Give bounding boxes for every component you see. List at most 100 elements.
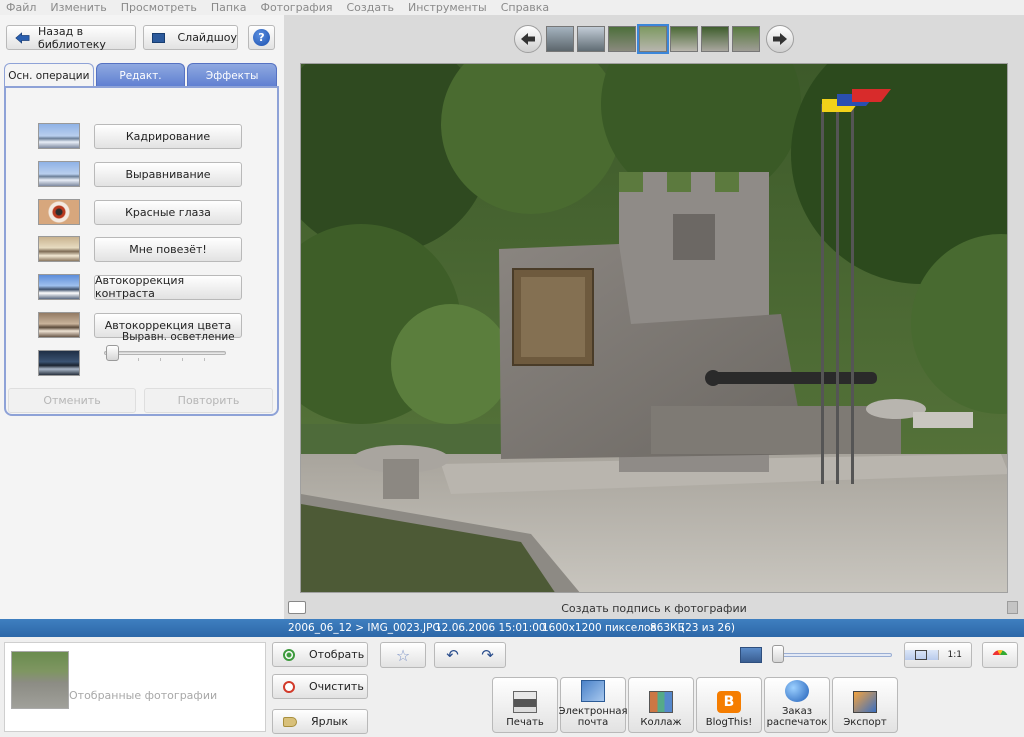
zoom-icon [740,647,762,663]
filmstrip-thumb[interactable] [546,26,574,52]
filmstrip-thumb[interactable] [608,26,636,52]
auto-contrast-button[interactable]: Автокоррекция контраста [94,274,242,300]
tab-tuning[interactable]: Редакт. [95,63,186,87]
crop-button[interactable]: Кадрирование [94,123,242,149]
rainbow-icon [992,650,1008,660]
menu-edit[interactable]: Изменить [50,1,106,14]
label-label: Ярлык [311,715,348,728]
previous-photo-button[interactable] [514,25,542,53]
actual-size-button[interactable]: 1:1 [939,650,972,660]
fit-to-window-button[interactable] [905,650,939,660]
fill-light-slider-track[interactable] [104,351,226,355]
edit-panel: Назад в библиотеку Слайдшоу ? Осн. опера… [0,15,284,619]
menu-bar: Файл Изменить Просмотреть Папка Фотограф… [0,0,1024,15]
operation-row-lucky: Мне повезёт! [38,236,278,262]
export-label: Экспорт [843,717,887,728]
bottom-tray-area: Отобранные фотографии Отобрать Очистить … [0,637,1024,737]
filmstrip-thumb[interactable] [577,26,605,52]
tab-effects[interactable]: Эффекты [187,63,278,87]
zoom-slider-track[interactable] [776,653,892,657]
auto-color-icon [38,312,80,338]
help-icon: ? [253,29,270,46]
main-photo [300,63,1008,593]
caption-bar: Создать подпись к фотографии [284,599,1024,617]
slideshow-button[interactable]: Слайдшоу [143,25,238,50]
email-label: Электронная почта [558,706,628,728]
print-button[interactable]: Печать [492,677,558,733]
menu-create[interactable]: Создать [346,1,394,14]
label-button[interactable]: Ярлык [272,709,368,734]
rotate-group: ↶ ↷ [434,642,506,668]
next-photo-button[interactable] [766,25,794,53]
basic-fixes-pane: Кадрирование Выравнивание Красные глаза … [4,86,279,416]
fill-light-slider-thumb[interactable] [106,345,119,361]
zoom-slider-thumb[interactable] [772,645,784,663]
photo-size: 863КБ [650,622,685,634]
undo-button[interactable]: Отменить [8,388,136,413]
picture-tray[interactable]: Отобранные фотографии [4,642,266,732]
blogthis-button[interactable]: B BlogThis! [696,677,762,733]
menu-picture[interactable]: Фотография [260,1,332,14]
photo-dimensions: 1600x1200 пикселов [542,622,657,634]
red-eye-icon [38,199,80,225]
zoom-mode-group: 1:1 [904,642,972,668]
crop-icon [38,123,80,149]
rotate-left-icon[interactable]: ↶ [435,646,470,664]
tray-thumbnail[interactable] [11,651,69,709]
clear-label: Очистить [309,680,364,693]
arrow-left-icon [521,33,535,45]
order-prints-label: Заказ распечаток [766,706,828,728]
photo-path: 2006_06_12 > IMG_0023.JPG [288,622,441,634]
caption-input[interactable]: Создать подпись к фотографии [284,602,1024,615]
collage-label: Коллаж [640,717,682,728]
arrow-right-icon [773,33,787,45]
clear-button[interactable]: Очистить [272,674,368,699]
back-to-library-label: Назад в библиотеку [37,24,106,51]
order-prints-icon [785,680,809,702]
email-button[interactable]: Электронная почта [558,677,628,733]
operation-row-crop: Кадрирование [38,123,278,149]
lucky-icon [38,236,80,262]
collage-button[interactable]: Коллаж [628,677,694,733]
menu-view[interactable]: Просмотреть [121,1,197,14]
tab-basic-fixes[interactable]: Осн. операции [4,63,94,87]
photo-info-bar: 2006_06_12 > IMG_0023.JPG 12.06.2006 15:… [0,619,1024,637]
lucky-button[interactable]: Мне повезёт! [94,236,242,262]
hold-button[interactable]: Отобрать [272,642,368,667]
auto-contrast-icon [38,274,80,300]
fill-light-slider-ticks [116,358,224,361]
print-icon [513,691,537,713]
trash-icon[interactable] [1007,601,1018,614]
tag-icon [283,716,297,727]
export-button[interactable]: Экспорт [832,677,898,733]
operation-row-red-eye: Красные глаза [38,199,278,225]
menu-folder[interactable]: Папка [211,1,247,14]
operation-row-auto-contrast: Автокоррекция контраста [38,274,278,300]
hold-icon [283,648,295,661]
menu-file[interactable]: Файл [6,1,36,14]
color-picker-button[interactable] [982,642,1018,668]
redo-button[interactable]: Повторить [144,388,273,413]
rotate-right-icon[interactable]: ↷ [470,646,505,664]
fill-light-label: Выравн. осветление [122,331,235,343]
hold-label: Отобрать [309,648,365,661]
collage-icon [649,691,673,713]
filmstrip-thumb[interactable] [701,26,729,52]
operation-row-straighten: Выравнивание [38,161,278,187]
tray-label: Отобранные фотографии [69,689,218,702]
slideshow-label: Слайдшоу [177,31,237,44]
filmstrip-thumb-selected[interactable] [637,24,669,54]
filmstrip-thumb[interactable] [732,26,760,52]
menu-help[interactable]: Справка [501,1,549,14]
fill-light-icon [38,350,80,376]
back-arrow-icon [15,31,30,44]
help-button[interactable]: ? [248,25,275,50]
monument-photo-image [301,64,1007,592]
straighten-button[interactable]: Выравнивание [94,161,242,187]
order-prints-button[interactable]: Заказ распечаток [764,677,830,733]
red-eye-button[interactable]: Красные глаза [94,199,242,225]
filmstrip-thumb[interactable] [670,26,698,52]
menu-tools[interactable]: Инструменты [408,1,487,14]
star-button[interactable]: ☆ [380,642,426,668]
back-to-library-button[interactable]: Назад в библиотеку [6,24,136,51]
